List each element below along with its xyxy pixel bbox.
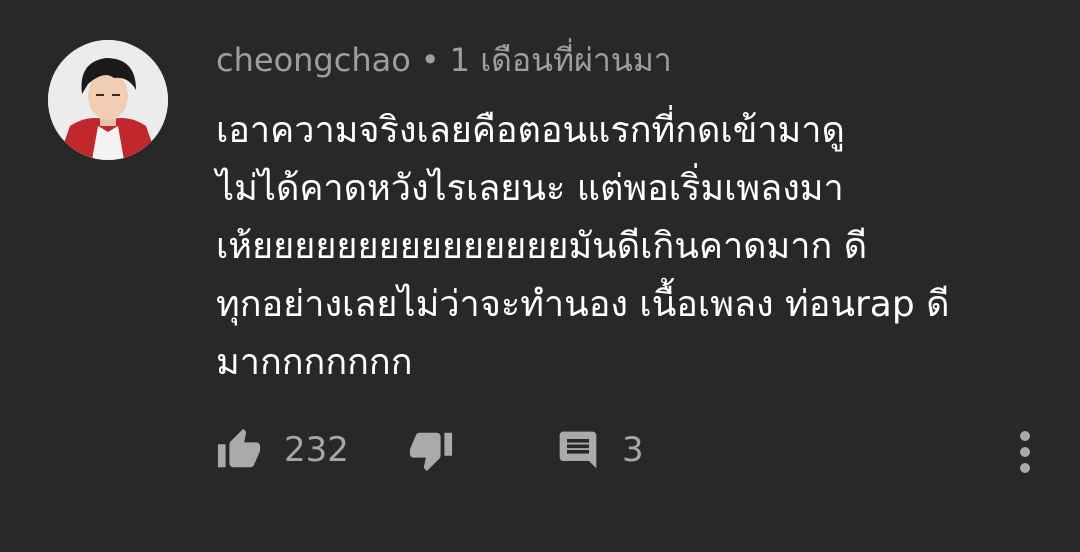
dislike-button[interactable] <box>408 420 454 480</box>
thumb-down-icon <box>409 432 453 472</box>
comment-card: cheongchao • 1 เดือนที่ผ่านมา เอาความจริงเ… <box>0 0 1080 552</box>
comment-actions: 232 3 <box>216 420 1036 480</box>
comment-text-line: ไม่ได้คาดหวังไรเลยนะ แต่พอเริ่มเพลงมา <box>216 168 844 209</box>
reply-button[interactable]: 3 <box>556 420 644 480</box>
more-vert-icon <box>1020 431 1030 473</box>
comment-text-line: มากกกกกกก <box>216 342 413 383</box>
avatar[interactable] <box>48 40 168 160</box>
comment-text-line: เห้ยยยยยยยยยยยยยยยมันดีเกินคาดมาก ดี <box>216 226 868 267</box>
header-separator: • <box>420 41 440 79</box>
reply-count: 3 <box>622 430 644 470</box>
comment-text-line: ทุกอย่างเลยไม่ว่าจะทำนอง เนื้อเพลง ท่อนr… <box>216 284 950 325</box>
comment-text: เอาความจริงเลยคือตอนแรกที่กดเข้ามาดู ไม่… <box>216 102 1046 392</box>
author-name[interactable]: cheongchao <box>216 41 411 79</box>
thumb-up-icon <box>217 428 261 468</box>
comment-header: cheongchao • 1 เดือนที่ผ่านมา <box>216 38 672 82</box>
like-button[interactable]: 232 <box>216 420 349 480</box>
comment-timestamp[interactable]: 1 เดือนที่ผ่านมา <box>450 41 672 79</box>
like-count: 232 <box>284 430 349 470</box>
avatar-image <box>48 40 168 160</box>
comment-text-line: เอาความจริงเลยคือตอนแรกที่กดเข้ามาดู <box>216 110 845 151</box>
comment-icon <box>559 431 597 469</box>
more-options-button[interactable] <box>1000 420 1050 484</box>
